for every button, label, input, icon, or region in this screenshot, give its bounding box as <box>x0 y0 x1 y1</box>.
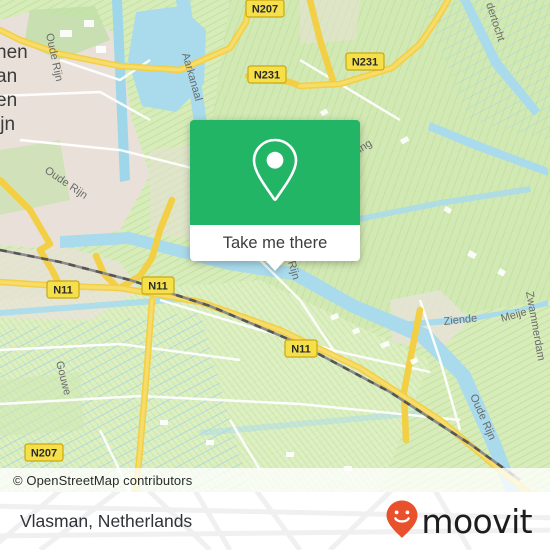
moovit-wordmark: moovit <box>421 501 532 541</box>
take-me-there-button[interactable]: Take me there <box>223 234 328 253</box>
map-popup[interactable]: Take me there <box>190 120 360 271</box>
road-shield-label: N231 <box>254 70 280 82</box>
place-name-label: Vlasman, Netherlands <box>20 510 193 531</box>
map-city-label: ijn <box>0 114 15 135</box>
popup-image-area <box>190 120 360 225</box>
road-shield-label: N11 <box>291 344 311 356</box>
popup-action-bar[interactable]: Take me there <box>190 225 360 271</box>
road-shield-n207: N207 <box>245 0 285 18</box>
road-shield-n11-a: N11 <box>46 280 80 299</box>
road-shield-label: N11 <box>53 285 73 297</box>
map-screen: hen an en ijn Oude Rijn Oude Rijn Oude R… <box>0 0 550 550</box>
road-shield-label: N207 <box>252 4 278 16</box>
road-shield-n207-b: N207 <box>24 443 64 462</box>
attribution-text: © OpenStreetMap contributors <box>13 472 193 488</box>
road-shield-n11-c: N11 <box>284 339 318 358</box>
footer-bar: Vlasman, Netherlands moovit <box>0 492 550 550</box>
road-shield-label: N207 <box>31 448 57 460</box>
road-shield-label: N11 <box>148 281 168 293</box>
map-city-label: hen <box>0 42 28 63</box>
road-shield-n11-b: N11 <box>141 276 175 295</box>
road-shield-label: N231 <box>352 57 378 69</box>
popup-pointer-tail <box>265 260 285 271</box>
road-shield-n231-a: N231 <box>345 52 385 71</box>
location-pin-icon <box>248 137 302 208</box>
moovit-pin-smiley-icon <box>385 499 419 544</box>
map-city-label: en <box>0 90 17 111</box>
map-attribution: © OpenStreetMap contributors <box>0 468 550 492</box>
moovit-logo[interactable]: moovit <box>385 499 533 544</box>
map-city-label: an <box>0 66 17 87</box>
road-shield-n231-b: N231 <box>247 65 287 84</box>
